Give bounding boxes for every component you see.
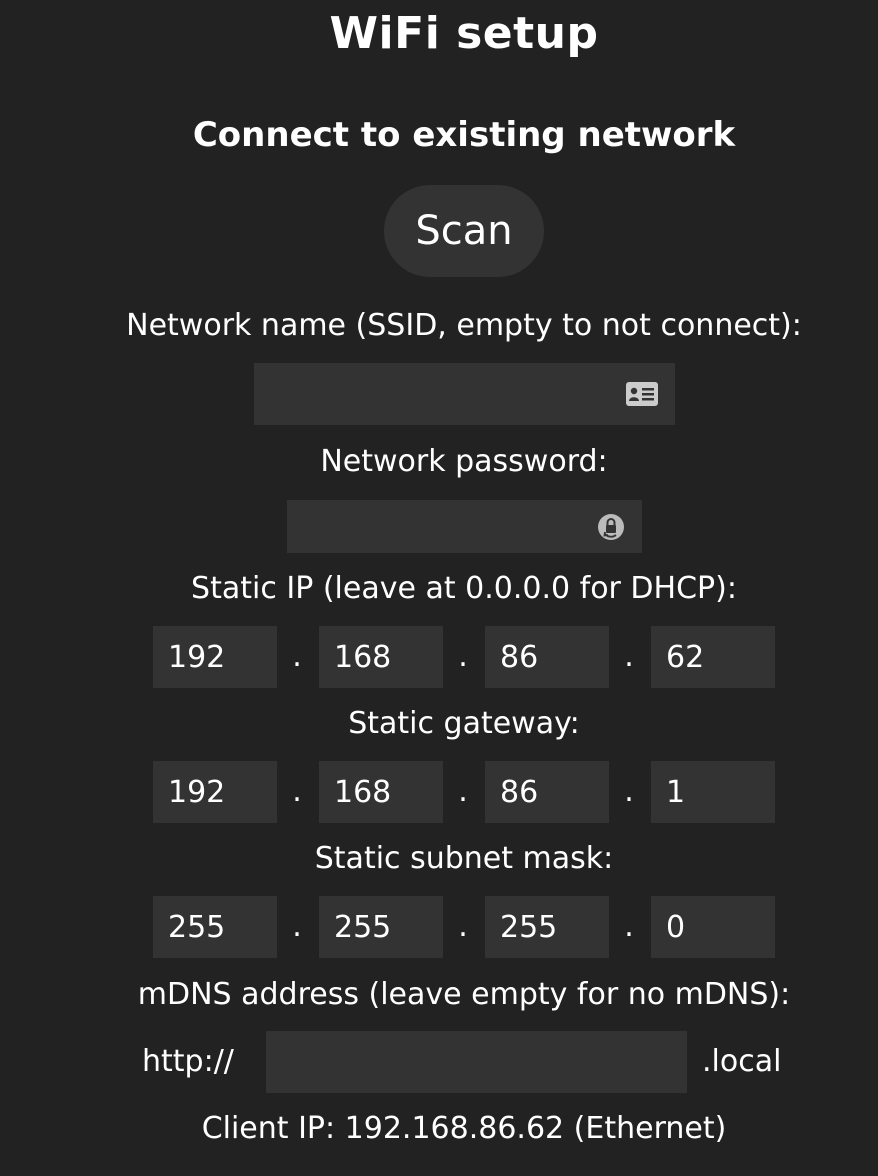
password-label: Network password: [320, 444, 608, 479]
gateway-octet-4[interactable] [651, 761, 775, 823]
ip-separator: . [292, 639, 302, 674]
static-ip-octet-1[interactable] [153, 626, 277, 688]
password-input[interactable] [287, 500, 642, 553]
ip-separator: . [292, 909, 302, 944]
gateway-octet-3[interactable] [485, 761, 609, 823]
ssid-field[interactable] [254, 363, 675, 425]
gateway-label: Static gateway: [348, 706, 580, 741]
password-key-icon[interactable] [594, 510, 628, 544]
ip-separator: . [458, 774, 468, 809]
ip-separator: . [458, 909, 468, 944]
gateway-octet-2[interactable] [319, 761, 443, 823]
static-ip-octet-4[interactable] [651, 626, 775, 688]
mdns-suffix: .local [702, 1044, 782, 1079]
ssid-label: Network name (SSID, empty to not connect… [126, 308, 802, 343]
mdns-input[interactable] [266, 1031, 687, 1093]
wifi-setup-page: WiFi setup Connect to existing network S… [0, 0, 878, 1176]
subnet-label: Static subnet mask: [314, 841, 614, 876]
subnet-octet-3[interactable] [485, 896, 609, 958]
subnet-octet-2[interactable] [319, 896, 443, 958]
gateway-octet-1[interactable] [153, 761, 277, 823]
static-ip-octet-2[interactable] [319, 626, 443, 688]
section-title: Connect to existing network [192, 115, 736, 155]
subnet-octet-1[interactable] [153, 896, 277, 958]
static-ip-octet-3[interactable] [485, 626, 609, 688]
ip-separator: . [292, 774, 302, 809]
mdns-prefix: http:// [142, 1044, 234, 1079]
client-ip-text: Client IP: 192.168.86.62 (Ethernet) [201, 1111, 727, 1146]
ip-separator: . [624, 909, 634, 944]
page-title: WiFi setup [329, 8, 599, 59]
ip-separator: . [458, 639, 468, 674]
ssid-input[interactable] [254, 363, 675, 425]
ip-separator: . [624, 774, 634, 809]
password-field[interactable] [287, 500, 642, 553]
ip-separator: . [624, 639, 634, 674]
mdns-label: mDNS address (leave empty for no mDNS): [137, 977, 791, 1012]
contact-card-icon[interactable] [625, 377, 659, 411]
static-ip-label: Static IP (leave at 0.0.0.0 for DHCP): [191, 571, 737, 606]
scan-button[interactable]: Scan [384, 185, 544, 277]
subnet-octet-4[interactable] [651, 896, 775, 958]
